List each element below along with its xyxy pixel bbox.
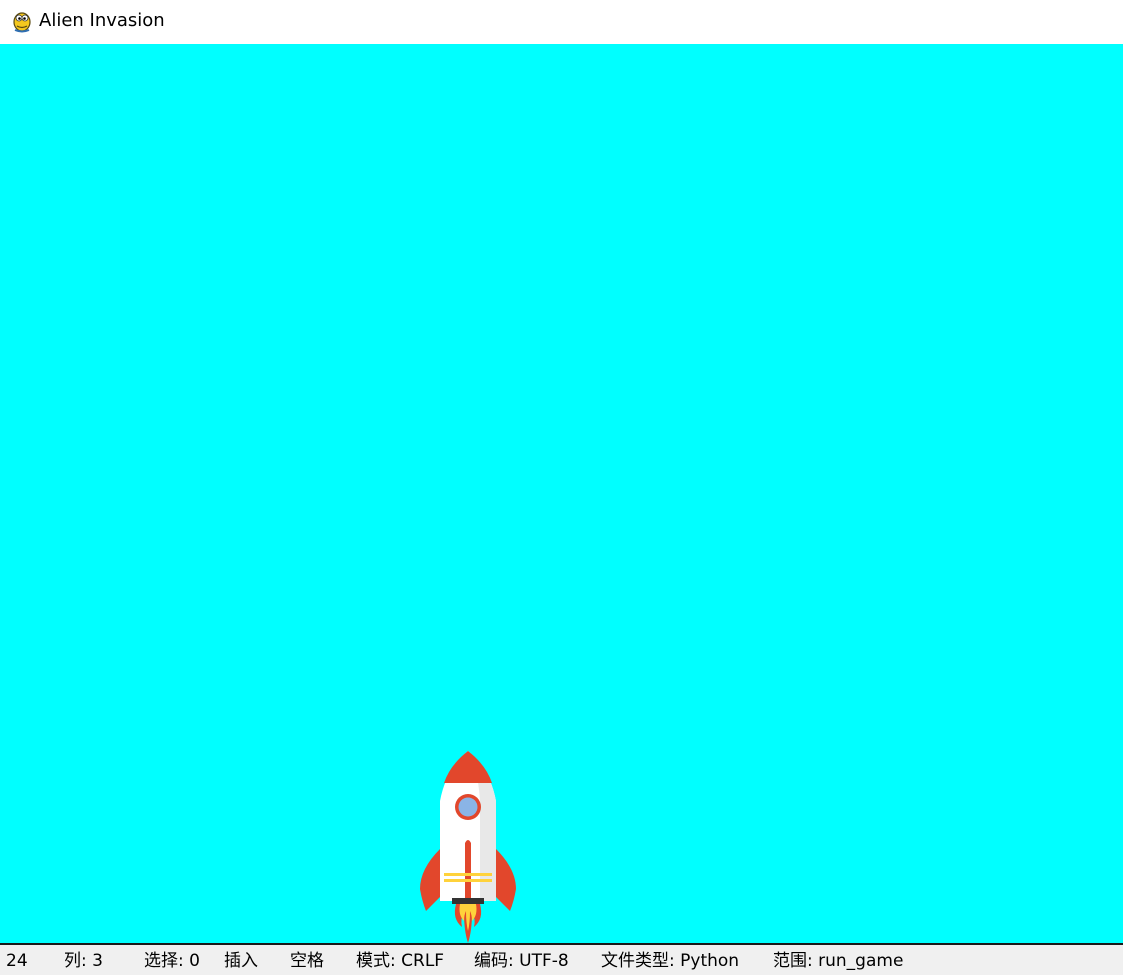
pygame-snake-icon [13, 12, 31, 33]
rocket-right-fin [496, 849, 516, 911]
rocket-ship[interactable] [418, 751, 518, 943]
window-title: Alien Invasion [39, 10, 165, 31]
status-insert-mode[interactable]: 插入 [224, 949, 258, 973]
status-line-endings[interactable]: 模式: CRLF [356, 949, 444, 973]
status-scope[interactable]: 范围: run_game [773, 949, 903, 973]
status-file-type[interactable]: 文件类型: Python [601, 949, 739, 973]
editor-statusbar: 24 列: 3 选择: 0 插入 空格 模式: CRLF 编码: UTF-8 文… [0, 943, 1123, 975]
status-encoding[interactable]: 编码: UTF-8 [474, 949, 569, 973]
window-titlebar[interactable]: Alien Invasion [0, 0, 1123, 44]
rocket-nose [444, 751, 492, 783]
status-column[interactable]: 列: 3 [64, 949, 103, 973]
rocket-center-fin [465, 840, 471, 901]
status-line-number[interactable]: 24 [6, 949, 28, 973]
game-surface[interactable] [0, 44, 1123, 943]
rocket-left-fin [420, 849, 440, 911]
status-indent[interactable]: 空格 [290, 949, 324, 973]
rocket-nozzle [452, 898, 484, 904]
status-selection[interactable]: 选择: 0 [144, 949, 200, 973]
